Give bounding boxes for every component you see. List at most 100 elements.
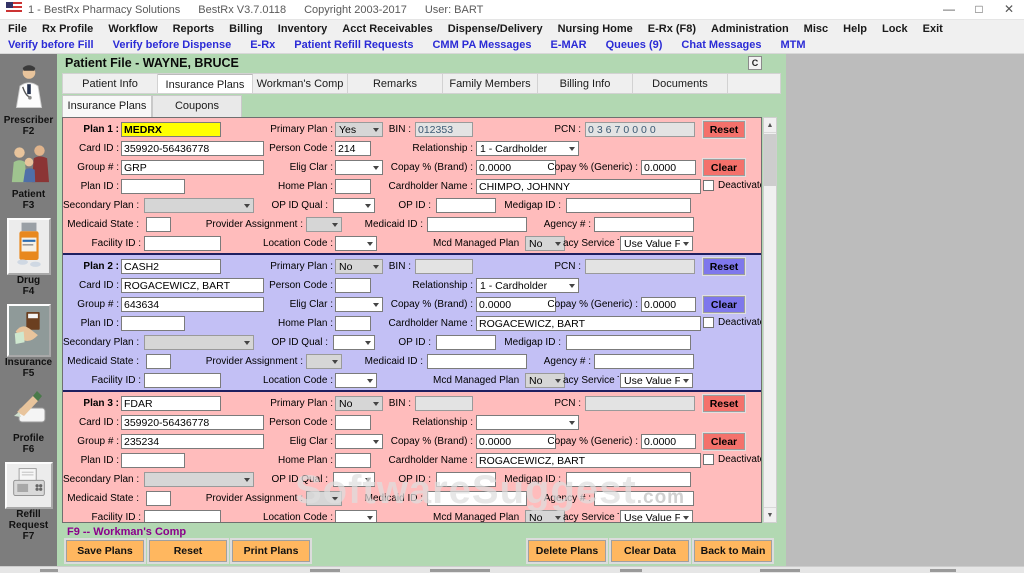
plan-reset-button[interactable]: Reset [703, 121, 745, 138]
deactivate-checkbox[interactable] [703, 317, 714, 328]
plan-reset-button[interactable]: Reset [703, 258, 745, 275]
plan-id-input[interactable] [121, 179, 185, 194]
deactivate-checkbox[interactable] [703, 454, 714, 465]
link-cmm-pa-messages[interactable]: CMM PA Messages [432, 39, 531, 51]
menu-inventory[interactable]: Inventory [278, 23, 328, 35]
subtab-insurance-plans[interactable]: Insurance Plans [62, 95, 152, 117]
link-erx[interactable]: E-Rx [250, 39, 275, 51]
plan-name-input[interactable] [121, 259, 221, 274]
scroll-down-arrow-icon[interactable]: ▼ [764, 507, 776, 522]
medigap-id-input[interactable] [566, 198, 691, 213]
back-to-main-button[interactable]: Back to Main [694, 540, 772, 562]
tab-insurance-plans[interactable]: Insurance Plans [158, 74, 253, 93]
plan-reset-button[interactable]: Reset [703, 395, 745, 412]
scroll-up-arrow-icon[interactable]: ▲ [764, 118, 776, 133]
deactivate-checkbox[interactable] [703, 180, 714, 191]
save-plans-button[interactable]: Save Plans [66, 540, 144, 562]
link-emar[interactable]: E-MAR [551, 39, 587, 51]
mcd-managed-plan-select[interactable]: No [525, 373, 565, 388]
pharmacy-service-type-select[interactable]: Use Value Fro [620, 373, 693, 388]
pharmacy-service-type-select[interactable]: Use Value Fro [620, 236, 693, 251]
plan-id-input[interactable] [121, 316, 185, 331]
person-code-input[interactable] [335, 278, 371, 293]
sidebar-item-insurance[interactable]: Insurance F5 [2, 304, 56, 379]
link-verify-before-fill[interactable]: Verify before Fill [8, 39, 94, 51]
secondary-plan-select[interactable] [144, 198, 254, 213]
medicaid-id-input[interactable] [427, 217, 527, 232]
tab-workmans-comp[interactable]: Workman's Comp [253, 74, 348, 93]
medicaid-state-input[interactable] [146, 354, 171, 369]
clear-data-button[interactable]: Clear Data [611, 540, 689, 562]
plan-clear-button[interactable]: Clear [703, 433, 745, 450]
scrollbar-thumb[interactable] [764, 134, 776, 186]
op-id-input[interactable] [436, 472, 496, 487]
menu-file[interactable]: File [8, 23, 27, 35]
home-plan-input[interactable] [335, 453, 371, 468]
menu-lock[interactable]: Lock [882, 23, 908, 35]
provider-assignment-select[interactable] [306, 354, 342, 369]
sidebar-item-refill-request[interactable]: Refill Request F7 [2, 462, 56, 542]
location-code-select[interactable] [335, 373, 377, 388]
tab-billing-info[interactable]: Billing Info [538, 74, 633, 93]
person-code-input[interactable] [335, 415, 371, 430]
plan-clear-button[interactable]: Clear [703, 159, 745, 176]
menu-workflow[interactable]: Workflow [108, 23, 157, 35]
print-plans-button[interactable]: Print Plans [232, 540, 310, 562]
provider-assignment-select[interactable] [306, 217, 342, 232]
cardholder-name-input[interactable] [476, 453, 701, 468]
menu-nursing-home[interactable]: Nursing Home [558, 23, 633, 35]
agency-num-input[interactable] [594, 217, 694, 232]
reset-button[interactable]: Reset [149, 540, 227, 562]
sidebar-item-drug[interactable]: Drug F4 [2, 218, 56, 297]
subtab-coupons[interactable]: Coupons [152, 95, 242, 117]
provider-assignment-select[interactable] [306, 491, 342, 506]
cardholder-name-input[interactable] [476, 179, 701, 194]
pharmacy-service-type-select[interactable]: Use Value Fro [620, 510, 693, 523]
menu-exit[interactable]: Exit [923, 23, 943, 35]
tab-remarks[interactable]: Remarks [348, 74, 443, 93]
relationship-select[interactable]: 1 - Cardholder [476, 278, 579, 293]
menu-dispense-delivery[interactable]: Dispense/Delivery [448, 23, 543, 35]
minimize-button[interactable]: — [934, 0, 964, 20]
menu-billing[interactable]: Billing [229, 23, 263, 35]
facility-id-input[interactable] [144, 510, 221, 523]
cardholder-name-input[interactable] [476, 316, 701, 331]
menu-rx-profile[interactable]: Rx Profile [42, 23, 93, 35]
agency-num-input[interactable] [594, 491, 694, 506]
delete-plans-button[interactable]: Delete Plans [528, 540, 606, 562]
facility-id-input[interactable] [144, 236, 221, 251]
link-verify-before-dispense[interactable]: Verify before Dispense [113, 39, 232, 51]
copay-generic-input[interactable] [641, 160, 696, 175]
home-plan-input[interactable] [335, 316, 371, 331]
location-code-select[interactable] [335, 510, 377, 523]
close-button[interactable]: ✕ [994, 0, 1024, 20]
menu-help[interactable]: Help [843, 23, 867, 35]
secondary-plan-select[interactable] [144, 335, 254, 350]
maximize-button[interactable]: □ [964, 0, 994, 20]
link-chat-messages[interactable]: Chat Messages [681, 39, 761, 51]
medigap-id-input[interactable] [566, 335, 691, 350]
link-mtm[interactable]: MTM [781, 39, 806, 51]
menu-acct-receivables[interactable]: Acct Receivables [342, 23, 433, 35]
menu-reports[interactable]: Reports [173, 23, 215, 35]
medicaid-id-input[interactable] [427, 491, 527, 506]
home-plan-input[interactable] [335, 179, 371, 194]
plan-clear-button[interactable]: Clear [703, 296, 745, 313]
medicaid-id-input[interactable] [427, 354, 527, 369]
medicaid-state-input[interactable] [146, 217, 171, 232]
op-id-input[interactable] [436, 198, 496, 213]
agency-num-input[interactable] [594, 354, 694, 369]
menu-erx-f8[interactable]: E-Rx (F8) [648, 23, 696, 35]
plan-name-input[interactable] [121, 396, 221, 411]
sidebar-item-prescriber[interactable]: Prescriber F2 [2, 62, 56, 137]
c-button[interactable]: C [748, 56, 762, 70]
sidebar-item-profile[interactable]: Profile F6 [2, 386, 56, 455]
facility-id-input[interactable] [144, 373, 221, 388]
menu-misc[interactable]: Misc [804, 23, 828, 35]
plan-id-input[interactable] [121, 453, 185, 468]
plan-name-input[interactable] [121, 122, 221, 137]
link-patient-refill-requests[interactable]: Patient Refill Requests [294, 39, 413, 51]
copay-generic-input[interactable] [641, 434, 696, 449]
sidebar-item-patient[interactable]: Patient F3 [2, 144, 56, 211]
tab-documents[interactable]: Documents [633, 74, 728, 93]
